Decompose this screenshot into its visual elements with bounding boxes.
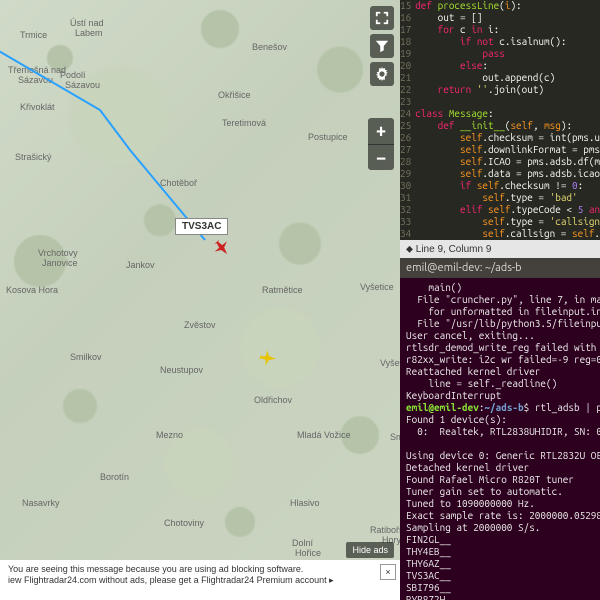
place-label: Hořice: [295, 548, 321, 558]
terminal[interactable]: emil@emil-dev: ~/ads-b main() File "crun…: [400, 258, 600, 600]
place-label: Neustupov: [160, 365, 203, 375]
ad-banner: You are seeing this message because you …: [0, 560, 400, 600]
place-label: Chotoviny: [164, 518, 204, 528]
editor-gutter: 1516171819202122232425262728293031323334…: [400, 0, 415, 240]
place-label: Smilovy: [390, 432, 400, 442]
place-label: Hlasivo: [290, 498, 320, 508]
terminal-command: rtl_adsb | python3 cruncher.py: [535, 402, 600, 413]
place-label: Benešov: [252, 42, 287, 52]
zoom-in-button[interactable]: +: [368, 118, 394, 144]
place-label: Vyšetice: [380, 358, 400, 368]
place-label: Nasavrky: [22, 498, 60, 508]
place-label: Labem: [75, 28, 103, 38]
place-label: Trmice: [20, 30, 47, 40]
terminal-title: emil@emil-dev: ~/ads-b: [400, 258, 600, 278]
ad-close-button[interactable]: ×: [380, 564, 396, 580]
filter-button[interactable]: [370, 34, 394, 58]
aircraft-label[interactable]: TVS3AC: [175, 218, 228, 235]
hide-ads-button[interactable]: Hide ads: [346, 542, 394, 558]
settings-button[interactable]: [370, 62, 394, 86]
place-label: Smilkov: [70, 352, 102, 362]
ad-text-1: You are seeing this message because you …: [8, 564, 374, 575]
map-pane[interactable]: TrmiceÚstí nadLabemTřemošná nadSázavouPo…: [0, 0, 400, 580]
place-label: Vyšetice: [360, 282, 394, 292]
place-label: Mladá Vožice: [297, 430, 351, 440]
code-editor[interactable]: 1516171819202122232425262728293031323334…: [400, 0, 600, 240]
place-label: Ústí nad: [70, 18, 104, 28]
terminal-output: main() File "cruncher.py", line 7, in ma…: [400, 278, 600, 600]
place-label: Borotín: [100, 472, 129, 482]
prompt-path: ~/ads-b: [484, 402, 523, 413]
place-label: Oldřichov: [254, 395, 292, 405]
zoom-out-button[interactable]: −: [368, 144, 394, 170]
place-label: Ratmětice: [262, 285, 303, 295]
fullscreen-button[interactable]: [370, 6, 394, 30]
prompt-user: emil@emil-dev: [406, 402, 479, 413]
place-label: Zvěstov: [184, 320, 216, 330]
aircraft-icon-selected[interactable]: [212, 238, 232, 258]
place-label: Postupice: [308, 132, 348, 142]
editor-code[interactable]: def processLine(i): out = [] for c in i:…: [415, 0, 600, 240]
cursor-position: ⬥ Line 9, Column 9: [406, 244, 491, 255]
editor-status-bar: ⬥ Line 9, Column 9: [400, 240, 600, 258]
aircraft-icon[interactable]: [258, 348, 278, 368]
place-label: Ratibořské: [370, 525, 400, 535]
ad-text-2: iew Flightradar24.com without ads, pleas…: [8, 575, 374, 586]
place-label: Mezno: [156, 430, 183, 440]
flight-track: [0, 40, 230, 290]
place-label: Dolní: [292, 538, 313, 548]
